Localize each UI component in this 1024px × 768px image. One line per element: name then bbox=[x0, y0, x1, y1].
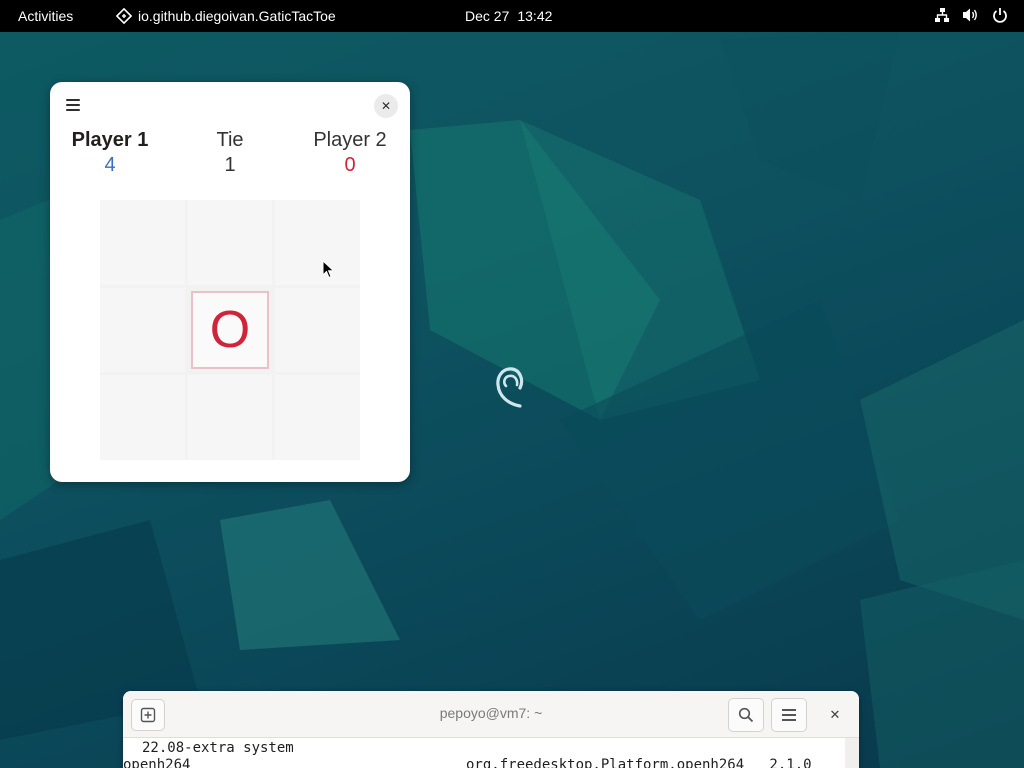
board-cell-2[interactable] bbox=[187, 200, 273, 285]
activities-button[interactable]: Activities bbox=[18, 8, 73, 24]
debian-logo bbox=[496, 367, 524, 408]
hamburger-icon-bar bbox=[66, 104, 80, 106]
terminal-line: 22.08-extra system bbox=[142, 740, 294, 756]
terminal-scrollbar[interactable] bbox=[845, 738, 859, 768]
hamburger-menu-button[interactable] bbox=[62, 94, 84, 116]
app-icon bbox=[116, 8, 132, 24]
hamburger-icon bbox=[66, 99, 80, 101]
board-cell-8[interactable] bbox=[187, 375, 273, 460]
player1-score-value: 4 bbox=[104, 154, 116, 176]
close-icon: ✕ bbox=[829, 707, 841, 722]
board-cell-5[interactable]: O bbox=[190, 290, 270, 370]
desktop: Activities io.github.diegoivan.GaticTacT… bbox=[0, 0, 1024, 768]
player1-name: Player 1 bbox=[71, 129, 149, 151]
power-icon bbox=[992, 7, 1008, 23]
player2-score: Player 2 0 bbox=[300, 128, 400, 178]
terminal-line: openh264 bbox=[123, 757, 191, 768]
terminal-line: org.freedesktop.Platform.openh264 2.1.0 bbox=[466, 757, 812, 768]
player1-score: Player 1 4 bbox=[60, 128, 160, 178]
hamburger-icon bbox=[782, 709, 796, 721]
game-board: O bbox=[100, 200, 360, 460]
terminal-window: pepoyo@vm7: ~ ✕ 22.08-extra system openh… bbox=[123, 691, 859, 768]
board-cell-7[interactable] bbox=[100, 375, 185, 460]
player2-name: Player 2 bbox=[313, 129, 387, 151]
clock[interactable]: Dec 27 13:42 bbox=[465, 8, 552, 24]
clock-date: Dec 27 bbox=[465, 8, 510, 24]
app-menu[interactable]: io.github.diegoivan.GaticTacToe bbox=[116, 8, 336, 24]
hamburger-icon-bar bbox=[66, 109, 80, 111]
tie-score: Tie 1 bbox=[180, 128, 280, 178]
terminal-menu-button[interactable] bbox=[771, 698, 807, 732]
terminal-headerbar: pepoyo@vm7: ~ ✕ bbox=[123, 691, 859, 738]
terminal-close-button[interactable]: ✕ bbox=[823, 703, 847, 727]
system-status-area[interactable] bbox=[934, 7, 1008, 23]
board-cell-9[interactable] bbox=[275, 375, 360, 460]
tie-label: Tie bbox=[216, 129, 244, 151]
tie-score-value: 1 bbox=[224, 154, 236, 176]
close-icon: ✕ bbox=[380, 99, 392, 113]
board-cell-3[interactable] bbox=[275, 200, 360, 285]
top-bar: Activities io.github.diegoivan.GaticTacT… bbox=[0, 0, 1024, 32]
app-name: io.github.diegoivan.GaticTacToe bbox=[138, 8, 336, 24]
player2-score-value: 0 bbox=[344, 154, 356, 176]
tictactoe-window: ✕ Player 1 4 Tie 1 Player 2 0 O bbox=[50, 82, 410, 482]
board-cell-6[interactable] bbox=[275, 287, 360, 373]
close-button[interactable]: ✕ bbox=[374, 94, 398, 118]
mouse-cursor-icon bbox=[322, 260, 335, 279]
board-cell-1[interactable] bbox=[100, 200, 185, 285]
clock-time: 13:42 bbox=[517, 8, 553, 24]
volume-icon bbox=[962, 7, 980, 23]
terminal-search-button[interactable] bbox=[728, 698, 764, 732]
search-icon bbox=[738, 707, 754, 723]
board-cell-4[interactable] bbox=[100, 287, 185, 373]
network-icon bbox=[934, 7, 950, 23]
terminal-output[interactable]: 22.08-extra system openh264 org.freedesk… bbox=[123, 738, 845, 768]
